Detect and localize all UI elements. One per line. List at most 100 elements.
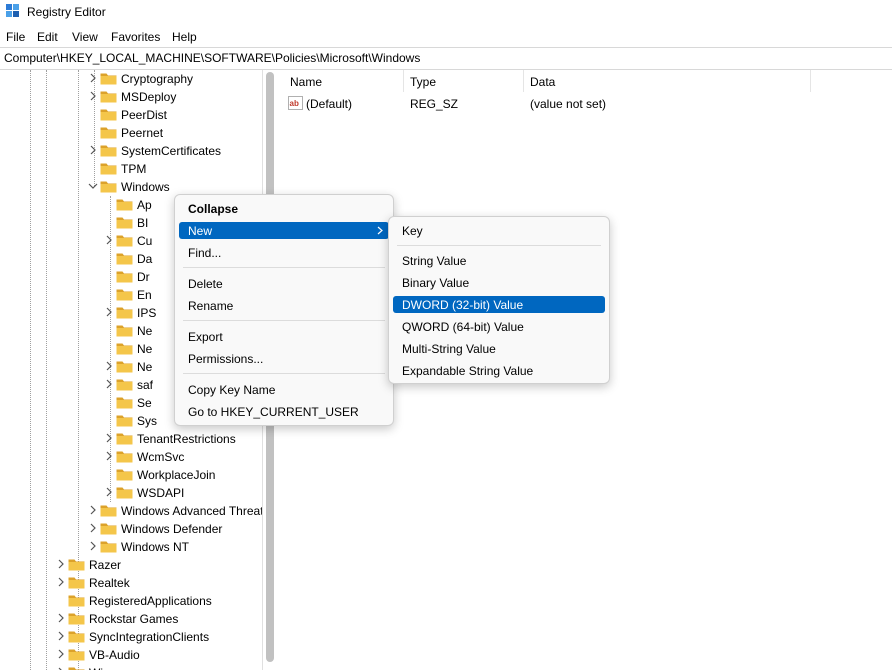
folder-icon <box>68 613 85 625</box>
menu-item-find[interactable]: Find... <box>179 244 389 261</box>
menu-view[interactable]: View <box>72 30 98 44</box>
folder-icon <box>116 325 133 337</box>
folder-icon <box>116 361 133 373</box>
menu-item-permissions[interactable]: Permissions... <box>179 350 389 367</box>
tree-node[interactable]: MSDeploy <box>88 88 262 106</box>
chevron-right-icon[interactable] <box>56 612 66 624</box>
tree-node-label: WorkplaceJoin <box>137 468 216 482</box>
folder-icon <box>100 109 117 121</box>
submenu-item-expandable-string-value[interactable]: Expandable String Value <box>393 362 605 379</box>
chevron-right-icon[interactable] <box>56 666 66 670</box>
tree-node[interactable]: Cryptography <box>88 70 262 88</box>
chevron-right-icon[interactable] <box>88 72 98 84</box>
tree-node-label: saf <box>137 378 154 392</box>
folder-icon <box>100 145 117 157</box>
tree-node[interactable]: TenantRestrictions <box>104 430 262 448</box>
context-menu: Collapse New Find... Delete Rename Expor… <box>174 194 394 426</box>
address-input[interactable] <box>4 50 884 65</box>
chevron-right-icon[interactable] <box>104 234 114 246</box>
folder-icon <box>68 631 85 643</box>
window-title: Registry Editor <box>27 5 106 19</box>
address-bar <box>0 47 892 70</box>
tree-node-label: Cu <box>137 234 153 248</box>
submenu-item-dword-value[interactable]: DWORD (32-bit) Value <box>393 296 605 313</box>
chevron-right-icon[interactable] <box>104 432 114 444</box>
folder-icon <box>100 91 117 103</box>
tree-node[interactable]: WSDAPI <box>104 484 262 502</box>
tree-node[interactable]: Rockstar Games <box>56 610 262 628</box>
column-type[interactable]: Type <box>410 75 436 89</box>
menu-help[interactable]: Help <box>172 30 197 44</box>
tree-node-label: TPM <box>121 162 147 176</box>
folder-icon <box>116 451 133 463</box>
tree-node[interactable]: WcmSvc <box>104 448 262 466</box>
chevron-right-icon[interactable] <box>104 378 114 390</box>
column-name[interactable]: Name <box>290 75 322 89</box>
folder-icon <box>68 649 85 661</box>
chevron-right-icon[interactable] <box>104 360 114 372</box>
submenu-item-binary-value[interactable]: Binary Value <box>393 274 605 291</box>
menu-separator <box>397 245 601 246</box>
submenu-item-qword-value[interactable]: QWORD (64-bit) Value <box>393 318 605 335</box>
tree-node[interactable]: SyncIntegrationClients <box>56 628 262 646</box>
chevron-right-icon[interactable] <box>88 144 98 156</box>
chevron-right-icon[interactable] <box>88 504 98 516</box>
column-data[interactable]: Data <box>530 75 555 89</box>
tree-node[interactable]: Windows Defender <box>88 520 262 538</box>
tree-node[interactable]: SystemCertificates <box>88 142 262 160</box>
tree-node-label: RegisteredApplications <box>89 594 212 608</box>
chevron-down-icon[interactable] <box>88 180 98 192</box>
chevron-right-icon[interactable] <box>104 306 114 318</box>
menu-item-export[interactable]: Export <box>179 328 389 345</box>
folder-icon <box>116 343 133 355</box>
chevron-right-icon[interactable] <box>88 540 98 552</box>
value-name: (Default) <box>306 97 353 111</box>
folder-icon <box>116 271 133 283</box>
value-row[interactable]: ab (Default) REG_SZ (value not set) <box>282 94 892 112</box>
submenu-item-multi-string-value[interactable]: Multi-String Value <box>393 340 605 357</box>
folder-icon <box>100 505 117 517</box>
chevron-right-icon[interactable] <box>56 630 66 642</box>
tree-guide-line <box>46 70 47 670</box>
new-submenu: Key String Value Binary Value DWORD (32-… <box>388 216 610 384</box>
tree-node[interactable]: Peernet <box>88 124 262 142</box>
tree-node-label: Rockstar Games <box>89 612 179 626</box>
menu-item-new[interactable]: New <box>179 222 389 239</box>
folder-icon <box>116 415 133 427</box>
tree-node[interactable]: Razer <box>56 556 262 574</box>
chevron-right-icon[interactable] <box>56 648 66 660</box>
folder-icon <box>100 127 117 139</box>
tree-node[interactable]: Windows Advanced Threat Protection <box>88 502 262 520</box>
tree-node-label: PeerDist <box>121 108 168 122</box>
tree-node[interactable]: Realtek <box>56 574 262 592</box>
menu-favorites[interactable]: Favorites <box>111 30 160 44</box>
tree-node-label: MSDeploy <box>121 90 177 104</box>
folder-icon <box>100 523 117 535</box>
tree-node-label: Se <box>137 396 152 410</box>
tree-node[interactable]: WorkplaceJoin <box>104 466 262 484</box>
menu-item-copy-key-name[interactable]: Copy Key Name <box>179 381 389 398</box>
tree-node[interactable]: PeerDist <box>88 106 262 124</box>
menu-item-goto-hkcu[interactable]: Go to HKEY_CURRENT_USER <box>179 403 389 420</box>
chevron-right-icon[interactable] <box>56 576 66 588</box>
folder-icon <box>68 595 85 607</box>
tree-node[interactable]: VB-Audio <box>56 646 262 664</box>
tree-node-label: Dr <box>137 270 150 284</box>
chevron-right-icon[interactable] <box>88 522 98 534</box>
tree-node-label: VB-Audio <box>89 648 140 662</box>
submenu-item-key[interactable]: Key <box>393 222 605 239</box>
chevron-right-icon[interactable] <box>88 90 98 102</box>
menu-file[interactable]: File <box>6 30 25 44</box>
submenu-item-string-value[interactable]: String Value <box>393 252 605 269</box>
tree-node[interactable]: Windows NT <box>88 538 262 556</box>
menu-item-rename[interactable]: Rename <box>179 297 389 314</box>
chevron-right-icon[interactable] <box>104 486 114 498</box>
tree-node[interactable]: Wi <box>56 664 262 670</box>
chevron-right-icon[interactable] <box>56 558 66 570</box>
menu-item-delete[interactable]: Delete <box>179 275 389 292</box>
menu-item-collapse[interactable]: Collapse <box>179 200 389 217</box>
tree-node[interactable]: RegisteredApplications <box>56 592 262 610</box>
menu-edit[interactable]: Edit <box>37 30 58 44</box>
chevron-right-icon[interactable] <box>104 450 114 462</box>
tree-node[interactable]: TPM <box>88 160 262 178</box>
